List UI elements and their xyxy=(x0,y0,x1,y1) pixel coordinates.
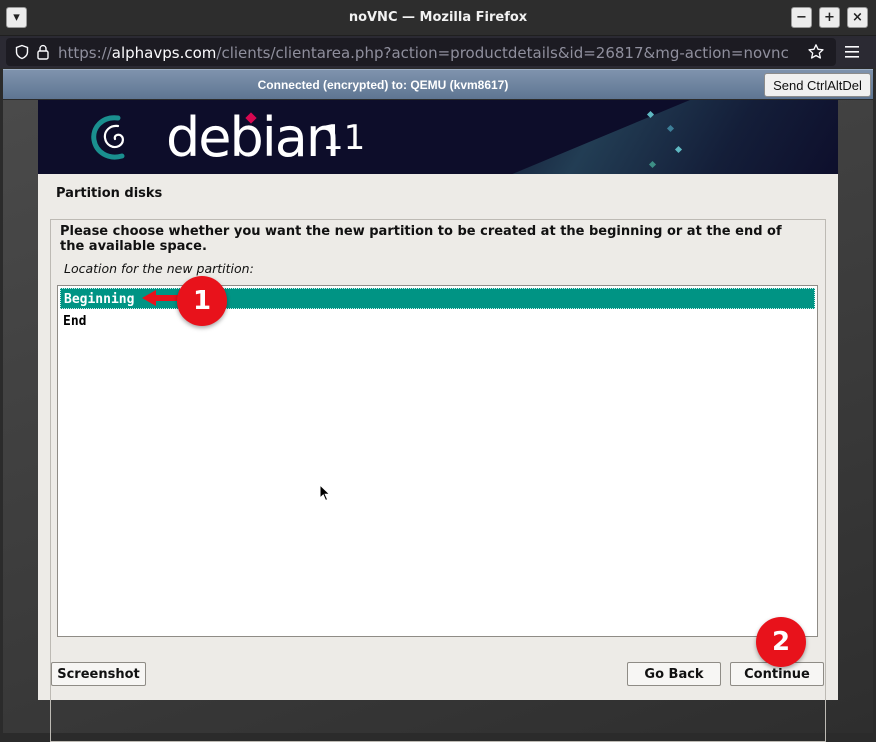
minimize-icon: − xyxy=(796,10,807,25)
annotation-step-1: 1 xyxy=(177,276,227,326)
lock-icon[interactable] xyxy=(36,44,50,60)
close-button[interactable]: × xyxy=(847,7,868,28)
screenshot-button[interactable]: Screenshot xyxy=(51,662,146,686)
partition-location-list[interactable]: Beginning End xyxy=(57,285,818,637)
hamburger-menu-icon[interactable] xyxy=(844,45,860,59)
close-icon: × xyxy=(852,10,863,25)
window-titlebar: ▾ noVNC — Mozilla Firefox − + × xyxy=(0,0,876,36)
maximize-icon: + xyxy=(824,10,835,25)
debian-banner: debian 11 xyxy=(38,100,838,174)
debian-version: 11 xyxy=(322,118,366,158)
annotation-step-2: 2 xyxy=(756,617,806,667)
novnc-status-bar: Connected (encrypted) to: QEMU (kvm8617)… xyxy=(3,69,873,99)
list-item-end[interactable]: End xyxy=(60,311,815,332)
url-text[interactable]: https://alphavps.com/clients/clientarea.… xyxy=(58,44,789,62)
go-back-button[interactable]: Go Back xyxy=(627,662,721,686)
url-field[interactable]: https://alphavps.com/clients/clientarea.… xyxy=(6,38,836,66)
shield-icon[interactable] xyxy=(14,44,30,60)
debian-installer: debian 11 Partition disks Please choose … xyxy=(38,100,838,742)
url-host: alphavps.com xyxy=(111,44,217,62)
section-title: Partition disks xyxy=(56,186,163,201)
location-label: Location for the new partition: xyxy=(64,261,254,276)
question-text: Please choose whether you want the new p… xyxy=(60,224,782,254)
bookmark-star-icon[interactable] xyxy=(807,43,825,61)
url-path: /clients/clientarea.php?action=productde… xyxy=(216,44,789,62)
url-prefix: https:// xyxy=(58,44,112,62)
send-ctrl-alt-del-button[interactable]: Send CtrlAltDel xyxy=(764,73,871,97)
window-title: noVNC — Mozilla Firefox xyxy=(348,10,528,25)
connection-status: Connected (encrypted) to: QEMU (kvm8617) xyxy=(257,78,509,92)
debian-swirl-icon xyxy=(91,115,125,160)
browser-toolbar: https://alphavps.com/clients/clientarea.… xyxy=(0,36,876,68)
minimize-button[interactable]: − xyxy=(791,7,812,28)
maximize-button[interactable]: + xyxy=(819,7,840,28)
mouse-cursor-icon xyxy=(319,484,331,502)
